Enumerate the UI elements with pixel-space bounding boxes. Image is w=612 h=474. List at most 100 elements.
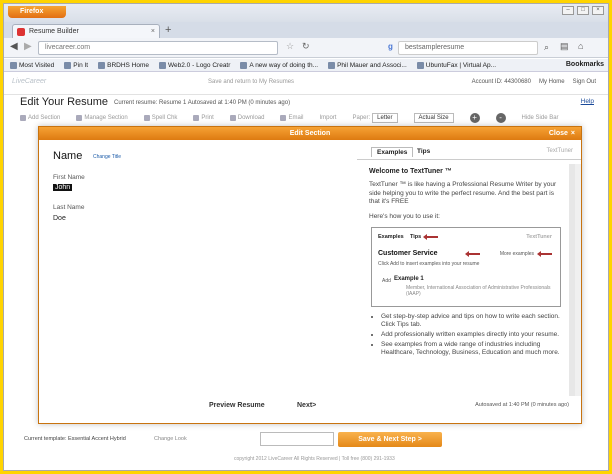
add-icon	[20, 115, 26, 121]
tb-label: Hide Side Bar	[521, 115, 559, 121]
zoom-select[interactable]: Actual Size	[413, 113, 454, 123]
my-home-link[interactable]: My Home	[539, 79, 565, 85]
page-title: Edit Your Resume	[20, 96, 109, 108]
tab-title: Resume Builder	[29, 28, 79, 35]
email-button[interactable]: Email	[280, 115, 303, 121]
back-arrow-icon[interactable]: ◀	[10, 41, 18, 52]
nav-bar: ◀ ▶ livecareer.com ☆ ↻ g bestsampleresum…	[4, 38, 608, 58]
bookmark-icon	[416, 61, 424, 69]
account-links: Account ID: 44300680 My Home Sign Out	[472, 79, 596, 85]
firefox-menu-button[interactable]: Firefox	[8, 6, 66, 18]
next-link[interactable]: Next>	[297, 402, 316, 409]
close-tab-icon[interactable]: ×	[151, 25, 155, 38]
paper-select[interactable]: Letter	[372, 113, 398, 123]
texttuner-pane: Examples Tips TextTuner Welcome to TextT…	[357, 140, 581, 424]
reload-icon[interactable]: ↻	[302, 41, 310, 52]
close-window-icon[interactable]: ×	[592, 6, 604, 15]
tb-label: Import	[319, 115, 337, 121]
first-name-field[interactable]: John	[53, 184, 73, 191]
tab-favicon-icon	[17, 28, 25, 36]
window-controls: – □ ×	[562, 6, 604, 15]
bookmark-item[interactable]: Web2.0 - Logo Creatr	[159, 61, 231, 69]
help-link[interactable]: Help	[581, 98, 594, 105]
arrow-icon	[423, 234, 438, 240]
demo-more: More examples	[499, 251, 534, 257]
bookmark-item[interactable]: Phil Mauer and Associ...	[328, 61, 407, 69]
add-section-button[interactable]: Add Section	[20, 115, 60, 121]
bookmark-icon	[159, 61, 167, 69]
print-button[interactable]: Print	[193, 115, 214, 121]
bookmark-item[interactable]: UbuntuFax | Virtual Ap...	[416, 61, 496, 69]
modal-header: Edit Section Close ×	[39, 127, 581, 140]
close-modal-button[interactable]: Close ×	[549, 127, 575, 140]
search-input[interactable]: bestsampleresume	[398, 41, 538, 55]
footer-field[interactable]	[260, 432, 334, 446]
spell-check-button[interactable]: Spell Chk	[143, 115, 178, 121]
bookmarks-bar: Most Visited Pin It BRDHS Home Web2.0 - …	[4, 59, 608, 72]
paper-label: Paper:	[352, 115, 371, 121]
tb-label: Print	[201, 115, 214, 121]
forward-arrow-icon[interactable]: ▶	[24, 41, 32, 52]
home-icon[interactable]: ⌂	[578, 41, 583, 51]
site-header: LiveCareer Save and return to My Resumes…	[4, 73, 608, 95]
bookmark-label: A new way of doing th...	[249, 61, 319, 69]
preview-resume-link[interactable]: Preview Resume	[209, 402, 265, 409]
zoom-out-icon[interactable]: -	[495, 113, 506, 123]
resume-status: Current resume: Resume 1 Autosaved at 1:…	[114, 100, 291, 106]
demo-logo: TextTuner	[526, 234, 552, 240]
demo-desc: Member, International Association of Adm…	[406, 285, 551, 297]
minimize-icon[interactable]: –	[562, 6, 574, 15]
site-logo[interactable]: LiveCareer	[12, 78, 46, 85]
bookmarks-menu[interactable]: Bookmarks	[566, 61, 604, 68]
bookmark-star-icon[interactable]: ☆	[286, 41, 294, 52]
bookmark-label: Web2.0 - Logo Creatr	[168, 61, 231, 69]
editor-toolbar: Add Section Manage Section Spell Chk Pri…	[20, 111, 596, 125]
bookmark-icon	[240, 61, 248, 69]
tb-label: Spell Chk	[151, 115, 178, 121]
tab-bar: Resume Builder × +	[4, 22, 608, 38]
hide-sidebar-button[interactable]: Hide Side Bar	[522, 115, 559, 121]
change-title-link[interactable]: Change Title	[93, 154, 121, 160]
texttuner-logo: TextTuner	[546, 148, 573, 154]
search-engine-icon[interactable]: g	[388, 42, 393, 51]
search-icon[interactable]: ⌕	[544, 42, 549, 53]
current-template: Current template: Essential Accent Hybri…	[24, 436, 126, 442]
manage-sections-button[interactable]: Manage Section	[76, 115, 128, 121]
bookmark-item[interactable]: BRDHS Home	[98, 61, 149, 69]
new-tab-button[interactable]: +	[165, 24, 171, 36]
extension-icon[interactable]: ▤	[560, 41, 569, 52]
paper-selector: Paper: Letter	[352, 113, 398, 123]
bookmark-label: Phil Mauer and Associ...	[337, 61, 407, 69]
import-button[interactable]: Import	[319, 115, 336, 121]
sign-out-link[interactable]: Sign Out	[573, 79, 596, 85]
bookmark-icon	[10, 61, 17, 69]
tab-examples[interactable]: Examples	[371, 147, 414, 157]
bookmark-item[interactable]: Most Visited	[10, 61, 54, 69]
bookmark-item[interactable]: Pin It	[64, 61, 88, 69]
autosave-status: Autosaved at 1:40 PM (0 minutes ago)	[475, 402, 569, 408]
scrollbar[interactable]	[575, 164, 581, 396]
last-name-field[interactable]: Doe	[53, 215, 66, 222]
close-icon: ×	[570, 130, 575, 137]
browser-tab[interactable]: Resume Builder ×	[12, 24, 160, 38]
browser-window: Firefox – □ × Resume Builder × + ◀ ▶ liv…	[3, 3, 609, 471]
maximize-icon[interactable]: □	[577, 6, 589, 15]
bookmark-item[interactable]: A new way of doing th...	[240, 61, 319, 69]
demo-section: Customer Service	[378, 250, 438, 257]
change-look-link[interactable]: Change Look	[154, 436, 187, 442]
save-next-step-button[interactable]: Save & Next Step >	[338, 432, 442, 447]
tab-tips[interactable]: Tips	[417, 148, 430, 155]
tb-label: Download	[237, 115, 265, 121]
demo-illustration: Examples Tips TextTuner Customer Service…	[371, 227, 561, 307]
modal-title: Edit Section	[289, 130, 331, 137]
download-button[interactable]: Download	[229, 115, 265, 121]
bookmark-icon	[98, 61, 106, 69]
last-name-label: Last Name	[53, 204, 85, 211]
zoom-in-icon[interactable]: +	[469, 113, 480, 123]
url-bar[interactable]: livecareer.com	[38, 41, 278, 55]
copyright: copyright 2012 LiveCareer All Rights Res…	[234, 456, 395, 462]
edit-section-modal: Edit Section Close × Name Change Title Fi…	[38, 126, 582, 424]
save-return-link[interactable]: Save and return to My Resumes	[208, 79, 294, 85]
title-bar: Firefox – □ ×	[4, 4, 608, 22]
email-icon	[280, 115, 287, 121]
